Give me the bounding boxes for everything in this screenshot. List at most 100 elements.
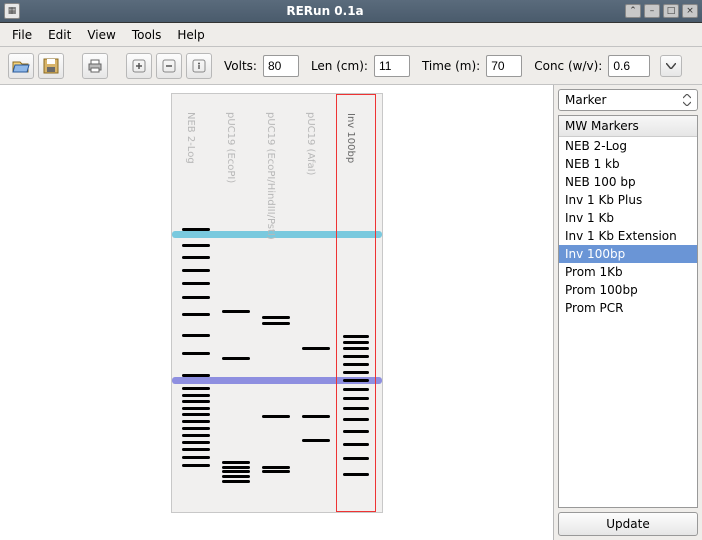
volts-input[interactable] [263,55,299,77]
gel-band [182,244,210,247]
gel-band [343,473,369,476]
gel-band [182,352,210,355]
gel-band [262,322,290,325]
gel-band [182,413,210,416]
shade-button[interactable]: ⌃ [625,4,641,18]
update-button[interactable]: Update [558,512,698,536]
gel-band [343,355,369,358]
lane-label: pUC19 (AfaI) [305,112,316,175]
plus-icon [132,59,146,73]
combo-updown-icon [683,94,691,106]
info-button[interactable] [186,53,212,79]
gel-band [343,363,369,366]
conc-input[interactable] [608,55,650,77]
gel-lane[interactable]: NEB 2-Log [176,94,216,512]
minus-icon [162,59,176,73]
gel-band [182,420,210,423]
gel-band [182,282,210,285]
gel-band [222,310,250,313]
gel-band [182,269,210,272]
gel-band [182,228,210,231]
gel-band [182,374,210,377]
gel-band [182,464,210,467]
lane-label: pUC19 (EcoPI/HindIII/PstI) [265,112,276,240]
lane-label: pUC19 (EcoPI) [225,112,236,183]
toolbar-overflow-button[interactable] [660,55,682,77]
list-item[interactable]: Inv 1 Kb Extension [559,227,697,245]
gel-band [182,387,210,390]
close-button[interactable]: × [682,4,698,18]
gel-viewport: NEB 2-Log pUC19 (EcoPI) pUC19 (EcoPI/HindI… [0,85,553,540]
time-input[interactable] [486,55,522,77]
list-item[interactable]: NEB 2-Log [559,137,697,155]
save-icon [43,58,59,74]
menubar: File Edit View Tools Help [0,23,702,47]
toolbar: Volts: Len (cm): Time (m): Conc (w/v): [0,47,702,85]
gel-band [343,418,369,421]
list-item[interactable]: Prom PCR [559,299,697,317]
maximize-button[interactable]: □ [663,4,679,18]
gel-lane[interactable]: pUC19 (AfaI) [296,94,336,512]
gel-band [182,394,210,397]
gel-band [222,475,250,478]
gel-band [182,400,210,403]
gel-band [262,466,290,469]
list-item[interactable]: Inv 100bp [559,245,697,263]
folder-open-icon [12,58,30,74]
gel-band [222,461,250,464]
gel-band [343,443,369,446]
menu-tools[interactable]: Tools [124,25,170,45]
list-item[interactable]: Prom 1Kb [559,263,697,281]
list-item[interactable]: Prom 100bp [559,281,697,299]
minimize-button[interactable]: – [644,4,660,18]
gel-band [182,313,210,316]
gel-band [343,335,369,338]
marker-list-header: MW Markers [559,116,697,137]
type-combo-value: Marker [565,93,606,107]
conc-label: Conc (w/v): [534,59,602,73]
gel-band [343,407,369,410]
list-item[interactable]: Inv 1 Kb Plus [559,191,697,209]
gel-canvas: NEB 2-Log pUC19 (EcoPI) pUC19 (EcoPI/HindI… [171,93,383,513]
menu-view[interactable]: View [79,25,123,45]
list-item[interactable]: NEB 100 bp [559,173,697,191]
menu-edit[interactable]: Edit [40,25,79,45]
gel-lane[interactable]: pUC19 (EcoPI/HindIII/PstI) [256,94,296,512]
gel-band [182,256,210,259]
len-input[interactable] [374,55,410,77]
gel-band [182,456,210,459]
gel-band [182,441,210,444]
gel-band [343,371,369,374]
update-button-label: Update [606,517,649,531]
window-titlebar: ▦ RERun 0.1a ⌃ – □ × [0,0,702,23]
open-button[interactable] [8,53,34,79]
menu-help[interactable]: Help [169,25,212,45]
add-button[interactable] [126,53,152,79]
gel-band [302,347,330,350]
len-label: Len (cm): [311,59,368,73]
gel-band [222,470,250,473]
gel-band [182,427,210,430]
volts-label: Volts: [224,59,257,73]
side-panel: Marker MW Markers NEB 2-LogNEB 1 kbNEB 1… [553,85,702,540]
gel-band [302,439,330,442]
gel-band [222,466,250,469]
printer-icon [87,58,103,74]
gel-lane[interactable]: pUC19 (EcoPI) [216,94,256,512]
gel-lane[interactable]: Inv 100bp [336,94,376,512]
print-button[interactable] [82,53,108,79]
save-button[interactable] [38,53,64,79]
remove-button[interactable] [156,53,182,79]
list-item[interactable]: NEB 1 kb [559,155,697,173]
gel-band [302,415,330,418]
gel-band [182,334,210,337]
window-title: RERun 0.1a [28,4,622,18]
chevron-down-icon [666,63,676,69]
type-combo[interactable]: Marker [558,89,698,111]
time-label: Time (m): [422,59,480,73]
gel-band [343,347,369,350]
menu-file[interactable]: File [4,25,40,45]
list-item[interactable]: Inv 1 Kb [559,209,697,227]
marker-listbox[interactable]: MW Markers NEB 2-LogNEB 1 kbNEB 100 bpIn… [558,115,698,508]
gel-band [222,357,250,360]
